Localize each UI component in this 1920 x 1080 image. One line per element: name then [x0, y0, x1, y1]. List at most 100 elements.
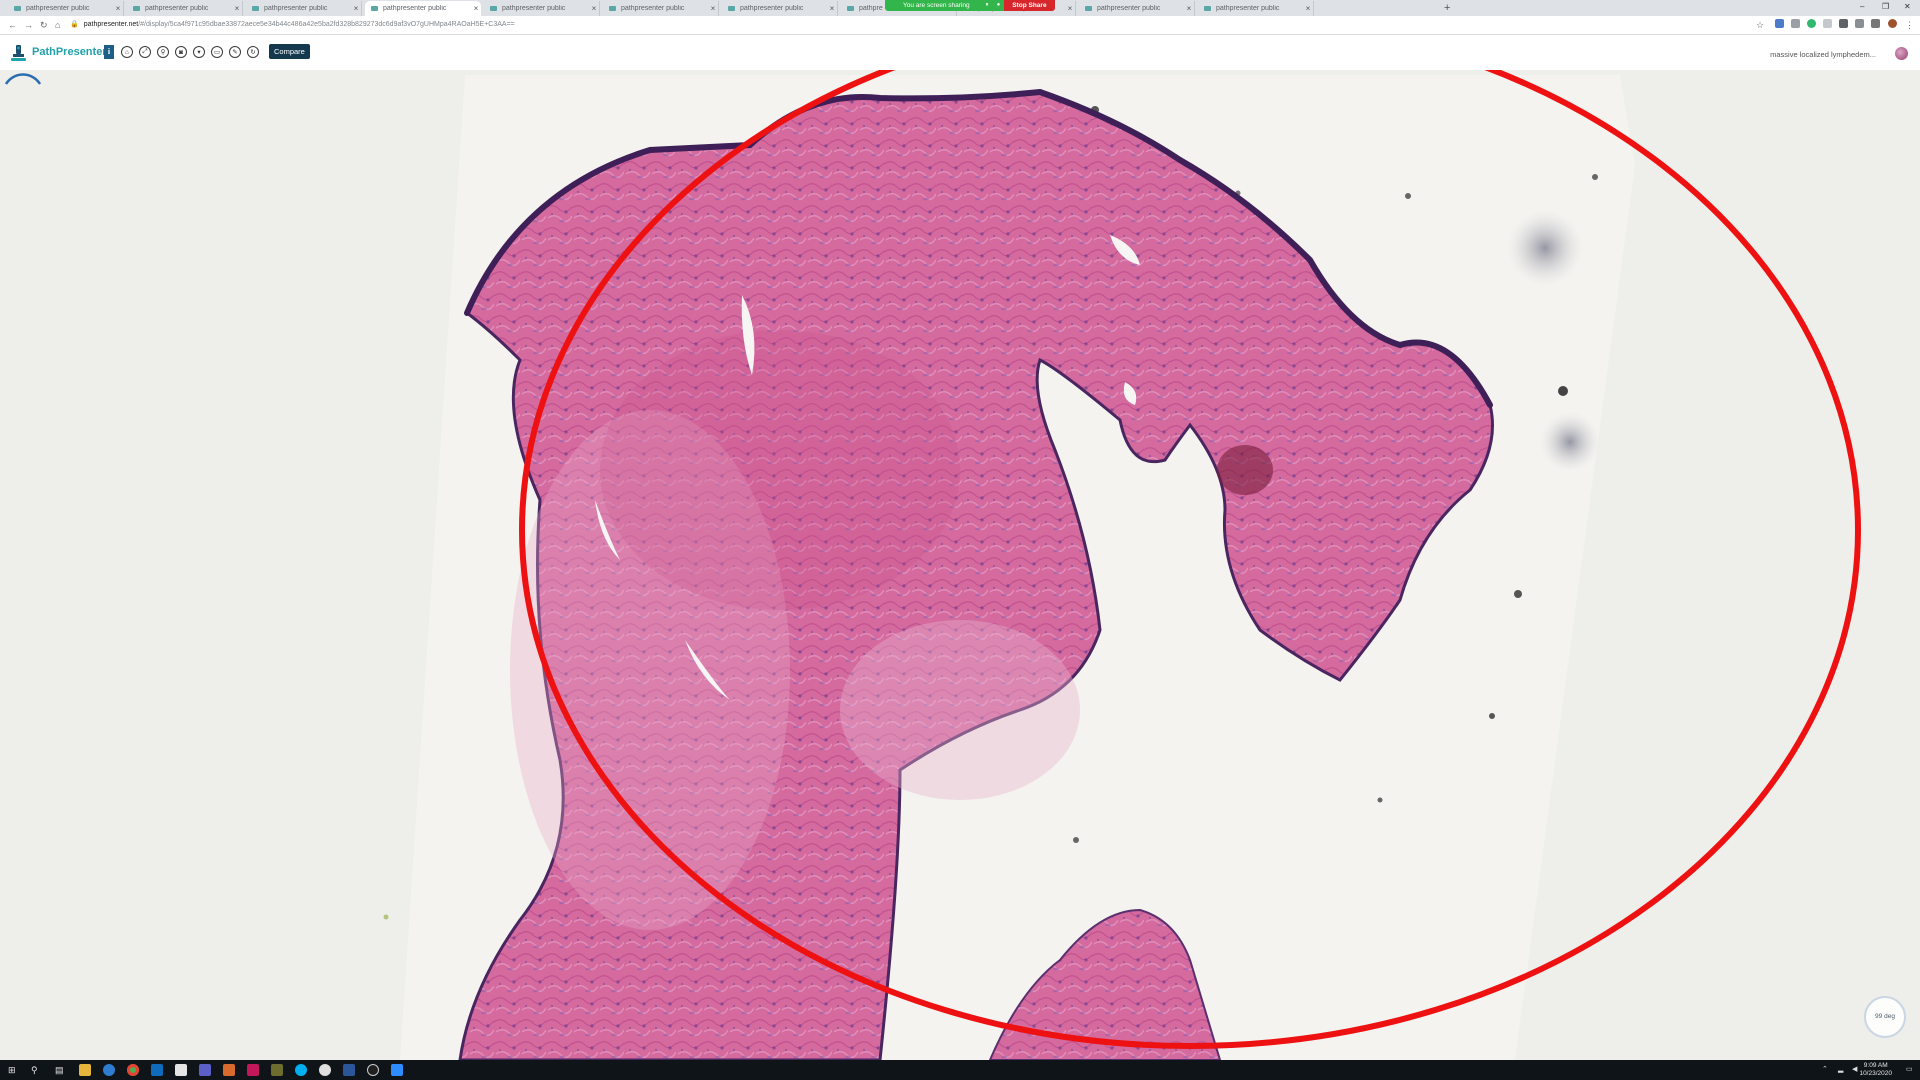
- tab-title: pathpresenter public: [145, 5, 209, 12]
- tab-close-icon[interactable]: ×: [589, 4, 599, 13]
- browser-tab[interactable]: pathpresenter public ×: [8, 1, 124, 16]
- slide-thumbnail-avatar[interactable]: [1895, 47, 1908, 60]
- rotation-control[interactable]: 99 deg: [1864, 996, 1906, 1038]
- app-icon[interactable]: [247, 1064, 259, 1076]
- rotate-tool-button[interactable]: ↻: [247, 46, 259, 58]
- task-view-icon[interactable]: ▤: [55, 1063, 64, 1077]
- app-icon[interactable]: [271, 1064, 283, 1076]
- browser-tab[interactable]: pathpresenter public ×: [1198, 1, 1314, 16]
- rotation-arc-icon: [4, 73, 42, 85]
- browser-tab[interactable]: pathpresenter public ×: [1079, 1, 1195, 16]
- new-tab-button[interactable]: +: [1444, 1, 1450, 15]
- pen-tool-button[interactable]: ✎: [229, 46, 241, 58]
- tab-favicon-icon: [847, 6, 854, 11]
- lock-icon: 🔒: [70, 21, 79, 28]
- bookmark-star-icon[interactable]: ☆: [1756, 18, 1764, 32]
- browser-toolbar: ← → ↻ ⌂ 🔒 pathpresenter.net/#/display/5ca…: [0, 16, 1920, 35]
- tab-favicon-icon: [133, 6, 140, 11]
- browser-tab[interactable]: pathpresenter public ×: [722, 1, 838, 16]
- compare-button[interactable]: Compare: [269, 44, 310, 59]
- chrome-icon[interactable]: [127, 1064, 139, 1076]
- browser-tab[interactable]: pathpresenter public ×: [603, 1, 719, 16]
- taskbar-date: 10/23/2020: [1859, 1070, 1892, 1077]
- edge-icon[interactable]: [103, 1064, 115, 1076]
- home-icon[interactable]: ⌂: [55, 18, 60, 32]
- zoom-tool-button[interactable]: ⚲: [157, 46, 169, 58]
- address-domain: pathpresenter.net: [83, 21, 139, 28]
- browser-tab[interactable]: pathpresenter public ×: [127, 1, 243, 16]
- address-bar[interactable]: 🔒 pathpresenter.net/#/display/5ca4f971c95…: [70, 19, 1750, 31]
- slide-title: massive localized lymphedem...: [1770, 50, 1876, 59]
- extension-icon[interactable]: [1775, 19, 1784, 28]
- extension-icon[interactable]: [1823, 19, 1832, 28]
- windows-taskbar: ⊞ ⚲ ▤ ⌃ ▂ ◀ 9:09 AM 10/23/2020 ▭: [0, 1060, 1920, 1080]
- extension-icon[interactable]: [1791, 19, 1800, 28]
- teams-icon[interactable]: [199, 1064, 211, 1076]
- filter-tool-button[interactable]: ▾: [193, 46, 205, 58]
- app-logo-text[interactable]: PathPresenter: [32, 46, 107, 58]
- close-window-icon[interactable]: ✕: [1904, 0, 1911, 14]
- file-explorer-icon[interactable]: [79, 1064, 91, 1076]
- forward-icon[interactable]: →: [24, 18, 33, 32]
- tab-title: pathpresenter public: [264, 5, 328, 12]
- word-icon[interactable]: [343, 1064, 355, 1076]
- tab-favicon-icon: [252, 6, 259, 11]
- tab-title: pathpresenter public: [740, 5, 804, 12]
- extensions-puzzle-icon[interactable]: [1871, 19, 1880, 28]
- volume-icon[interactable]: ◀: [1852, 1065, 1857, 1073]
- stop-share-button[interactable]: Stop Share: [1004, 0, 1055, 11]
- tab-close-icon[interactable]: ×: [708, 4, 718, 13]
- tab-title: pathpresenter public: [1216, 5, 1280, 12]
- app-icon[interactable]: [319, 1064, 331, 1076]
- network-icon[interactable]: ⌃: [1822, 1065, 1828, 1073]
- app-icon[interactable]: [367, 1064, 379, 1076]
- tab-close-icon[interactable]: ×: [1184, 4, 1194, 13]
- profile-avatar[interactable]: [1888, 19, 1897, 28]
- camera-tool-button[interactable]: ◙: [175, 46, 187, 58]
- fullscreen-tool-button[interactable]: ⤢: [139, 46, 151, 58]
- app-icon[interactable]: [175, 1064, 187, 1076]
- app-header: PathPresenter i ⌂ ⤢ ⚲ ◙ ▾ ▭ ✎ ↻ Compare massive…: [0, 35, 1920, 70]
- slide-viewer[interactable]: 99 deg: [0, 70, 1920, 1060]
- app-icon[interactable]: [223, 1064, 235, 1076]
- tab-close-icon[interactable]: ×: [232, 4, 242, 13]
- tab-close-icon[interactable]: ×: [113, 4, 123, 13]
- address-path: /#/display/5ca4f971c95dbae33872aece5e34b…: [138, 21, 515, 28]
- browser-tab[interactable]: pathpresenter public ×: [484, 1, 600, 16]
- browser-tab[interactable]: pathpresenter public ×: [246, 1, 362, 16]
- outlook-icon[interactable]: [151, 1064, 163, 1076]
- microscope-logo-icon: [11, 45, 26, 61]
- taskbar-clock[interactable]: 9:09 AM 10/23/2020: [1859, 1062, 1892, 1078]
- tab-title: pathpresenter public: [621, 5, 685, 12]
- tab-close-icon[interactable]: ×: [1303, 4, 1313, 13]
- tab-close-icon[interactable]: ×: [827, 4, 837, 13]
- maximize-icon[interactable]: ❐: [1882, 0, 1889, 14]
- extension-icon[interactable]: [1855, 19, 1864, 28]
- taskbar-time: 9:09 AM: [1863, 1062, 1888, 1069]
- screen-tool-button[interactable]: ▭: [211, 46, 223, 58]
- tab-favicon-icon: [1204, 6, 1211, 11]
- home-tool-button[interactable]: ⌂: [121, 46, 133, 58]
- windows-start-icon[interactable]: ⊞: [8, 1063, 16, 1077]
- skype-icon[interactable]: [295, 1064, 307, 1076]
- slide-canvas[interactable]: [0, 70, 1920, 1060]
- tab-close-icon[interactable]: ×: [351, 4, 361, 13]
- wifi-icon[interactable]: ▂: [1838, 1065, 1843, 1073]
- menu-kebab-icon[interactable]: ⋮: [1905, 18, 1914, 32]
- screen-share-message: You are screen sharing: [885, 0, 982, 11]
- extension-icon[interactable]: [1839, 19, 1848, 28]
- tab-favicon-icon: [490, 6, 497, 11]
- browser-tab[interactable]: pathpresenter public ×: [365, 1, 481, 16]
- search-icon[interactable]: ⚲: [31, 1063, 38, 1077]
- info-button[interactable]: i: [104, 45, 114, 59]
- tab-favicon-icon: [1085, 6, 1092, 11]
- tab-close-icon[interactable]: ×: [1065, 4, 1075, 13]
- tab-close-icon[interactable]: ×: [471, 4, 481, 13]
- back-icon[interactable]: ←: [8, 18, 17, 32]
- notifications-icon[interactable]: ▭: [1906, 1065, 1913, 1073]
- minimize-icon[interactable]: –: [1860, 0, 1864, 14]
- screen-share-pause-icon[interactable]: ⏸: [981, 0, 993, 11]
- zoom-icon[interactable]: [391, 1064, 403, 1076]
- reload-icon[interactable]: ↻: [40, 18, 48, 32]
- extension-icon[interactable]: [1807, 19, 1816, 28]
